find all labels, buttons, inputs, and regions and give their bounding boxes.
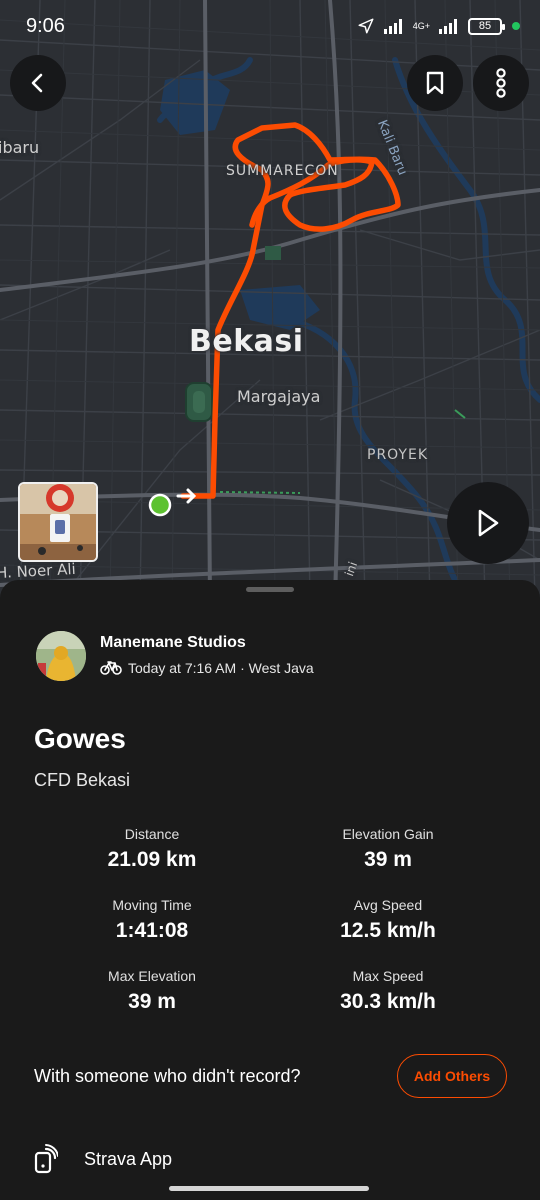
stat-label: Max Elevation: [108, 968, 196, 984]
stat-moving-time: Moving Time 1:41:08: [32, 897, 272, 943]
signal-icon: [439, 19, 457, 34]
bookmark-icon: [426, 71, 444, 95]
activity-description: CFD Bekasi: [34, 770, 131, 790]
stat-value: 21.09 km: [107, 848, 197, 871]
activity-sheet[interactable]: Manemane Studios Today at 7:16 AM · West…: [0, 580, 540, 1200]
activity-photo-thumbnail[interactable]: [18, 482, 98, 562]
status-time: 9:06: [26, 14, 65, 37]
stat-max-elevation: Max Elevation 39 m: [32, 968, 272, 1014]
add-others-button[interactable]: Add Others: [397, 1054, 507, 1098]
privacy-dot-icon: [512, 22, 520, 30]
map-label-summarecon: SUMMARECON: [226, 163, 339, 179]
more-vertical-icon: [496, 68, 506, 98]
stat-value: 39 m: [128, 990, 176, 1013]
stat-distance: Distance 21.09 km: [32, 826, 272, 872]
map-label-ibaru: ibaru: [0, 138, 40, 157]
bookmark-button[interactable]: [407, 55, 463, 111]
stat-elevation-gain: Elevation Gain 39 m: [268, 826, 508, 872]
stat-value: 1:41:08: [115, 919, 189, 942]
stat-max-speed: Max Speed 30.3 km/h: [268, 968, 508, 1014]
map-label-city: Bekasi: [189, 324, 304, 359]
stat-label: Max Speed: [352, 968, 424, 984]
back-arrow-icon: [31, 73, 43, 93]
status-bar: 9:06 4G+ 85: [0, 0, 540, 52]
stat-value: 39 m: [364, 848, 412, 871]
device-label: Strava App: [84, 1148, 173, 1169]
activity-title: Gowes: [34, 723, 126, 754]
stat-avg-speed: Avg Speed 12.5 km/h: [268, 897, 508, 943]
avatar-image: [36, 631, 86, 681]
map-label-margajaya: Margajaya: [237, 387, 321, 406]
photo-image: [20, 484, 96, 560]
play-icon: [478, 509, 499, 537]
location-arrow-icon: [358, 18, 374, 34]
more-options-button[interactable]: [473, 55, 529, 111]
stat-label: Elevation Gain: [342, 826, 434, 842]
map-label-proyek: PROYEK: [367, 447, 429, 463]
phone-device-icon: [34, 1144, 58, 1174]
activity-meta-text: Today at 7:16 AM · West Java: [128, 660, 314, 676]
stat-value: 30.3 km/h: [340, 990, 436, 1013]
back-button[interactable]: [10, 55, 66, 111]
bicycle-icon: [100, 661, 122, 675]
status-icons: 4G+ 85: [357, 17, 520, 35]
sheet-drag-handle[interactable]: [246, 587, 294, 592]
activity-meta: Today at 7:16 AM · West Java: [100, 660, 314, 676]
signal-icon: [383, 19, 402, 34]
athlete-header[interactable]: Manemane Studios Today at 7:16 AM · West…: [36, 631, 314, 681]
device-row[interactable]: Strava App: [34, 1144, 172, 1174]
athlete-info: Manemane Studios Today at 7:16 AM · West…: [100, 631, 314, 676]
stat-label: Distance: [124, 826, 180, 842]
battery-icon: 85: [468, 17, 505, 35]
stat-label: Avg Speed: [353, 897, 423, 913]
avatar[interactable]: [36, 631, 86, 681]
stat-label: Moving Time: [112, 897, 192, 913]
play-flyover-button[interactable]: [447, 482, 529, 564]
home-indicator[interactable]: [169, 1186, 369, 1191]
with-others-prompt: With someone who didn't record?: [34, 1066, 301, 1086]
athlete-name[interactable]: Manemane Studios: [100, 634, 314, 652]
network-type: 4G+: [412, 20, 430, 31]
stat-value: 12.5 km/h: [340, 919, 436, 942]
